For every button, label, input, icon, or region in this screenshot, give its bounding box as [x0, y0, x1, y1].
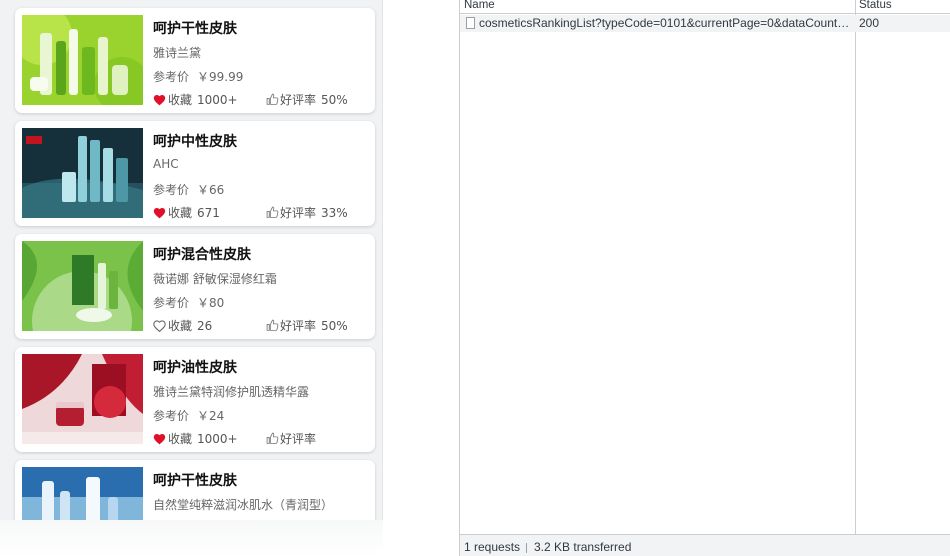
rating-info: 好评率 50% — [266, 317, 348, 334]
product-info: 呵护干性皮肤 自然堂纯粹滋润冰肌水（青润型） — [153, 460, 365, 520]
heart-filled-icon — [153, 207, 168, 219]
mobile-preview: 呵护干性皮肤 雅诗兰黛 参考价 ￥99.99 收藏 1000+ 好评率 50% 呵护中… — [0, 0, 383, 520]
price-value: ￥66 — [197, 183, 225, 197]
rating-label: 好评率 — [280, 206, 317, 220]
favorite-count: 671 — [197, 205, 220, 220]
column-header-status[interactable]: Status — [859, 0, 892, 11]
network-table-header: Name Status — [460, 0, 950, 14]
preview-bottom-area — [0, 520, 383, 556]
favorite-button[interactable]: 收藏 1000+ — [153, 91, 238, 108]
thumbs-up-icon — [266, 319, 280, 332]
product-brand: 雅诗兰黛 — [153, 46, 202, 60]
product-image[interactable] — [22, 15, 143, 105]
transfer-size: 3.2 KB transferred — [534, 540, 632, 554]
product-card[interactable]: 呵护干性皮肤 雅诗兰黛 参考价 ￥99.99 收藏 1000+ 好评率 50% — [15, 8, 375, 113]
network-summary-bar: 1 requests 3.2 KB transferred — [460, 534, 950, 556]
network-request-row[interactable]: cosmeticsRankingList?typeCode=0101&curre… — [460, 15, 950, 32]
favorite-label: 收藏 — [168, 432, 193, 446]
price-label: 参考价 — [153, 296, 190, 310]
price-label: 参考价 — [153, 183, 190, 197]
product-title: 呵护油性皮肤 — [153, 360, 237, 376]
rating-label: 好评率 — [280, 93, 317, 107]
favorite-count: 26 — [197, 318, 213, 333]
product-price: 参考价 ￥66 — [153, 181, 224, 198]
product-image[interactable] — [22, 128, 143, 218]
favorite-button[interactable]: 收藏 1000+ — [153, 430, 238, 447]
request-name[interactable]: cosmeticsRankingList?typeCode=0101&curre… — [479, 16, 853, 30]
product-card[interactable]: 呵护干性皮肤 自然堂纯粹滋润冰肌水（青润型） — [15, 460, 375, 520]
heart-filled-icon — [153, 433, 168, 445]
product-brand: 薇诺娜 舒敏保湿修红霜 — [153, 272, 277, 286]
request-count: 1 requests — [464, 540, 521, 554]
product-title: 呵护混合性皮肤 — [153, 247, 251, 263]
network-panel: Name Status cosmeticsRankingList?typeCod… — [459, 0, 950, 556]
favorite-label: 收藏 — [168, 319, 193, 333]
column-divider[interactable] — [855, 0, 856, 534]
product-title: 呵护中性皮肤 — [153, 134, 237, 150]
product-price: 参考价 ￥24 — [153, 407, 224, 424]
rating-value: 50% — [321, 92, 348, 107]
product-info: 呵护混合性皮肤 薇诺娜 舒敏保湿修红霜 参考价 ￥80 收藏 26 好评率 50% — [153, 234, 365, 339]
favorite-count: 1000+ — [197, 92, 238, 107]
product-brand: 雅诗兰黛特润修护肌透精华露 — [153, 385, 310, 399]
product-card[interactable]: 呵护油性皮肤 雅诗兰黛特润修护肌透精华露 参考价 ￥24 收藏 1000+ 好评率 — [15, 347, 375, 452]
document-file-icon — [466, 17, 475, 29]
price-label: 参考价 — [153, 409, 190, 423]
column-header-name[interactable]: Name — [464, 0, 495, 11]
price-value: ￥24 — [197, 409, 225, 423]
product-title: 呵护干性皮肤 — [153, 21, 237, 37]
heart-outline-icon — [153, 319, 168, 332]
product-brand: 自然堂纯粹滋润冰肌水（青润型） — [153, 498, 334, 512]
thumbs-up-icon — [266, 432, 280, 445]
product-card[interactable]: 呵护混合性皮肤 薇诺娜 舒敏保湿修红霜 参考价 ￥80 收藏 26 好评率 50% — [15, 234, 375, 339]
product-list: 呵护干性皮肤 雅诗兰黛 参考价 ￥99.99 收藏 1000+ 好评率 50% 呵护中… — [15, 8, 375, 520]
product-brand: AHC — [153, 157, 179, 171]
product-price: 参考价 ￥99.99 — [153, 68, 243, 85]
heart-filled-icon — [153, 94, 168, 106]
rating-value: 50% — [321, 318, 348, 333]
price-value: ￥80 — [197, 296, 225, 310]
thumbs-up-icon — [266, 206, 280, 219]
favorite-button[interactable]: 收藏 671 — [153, 204, 220, 221]
product-info: 呵护中性皮肤 AHC 参考价 ￥66 收藏 671 好评率 33% — [153, 121, 365, 226]
app-root: 呵护干性皮肤 雅诗兰黛 参考价 ￥99.99 收藏 1000+ 好评率 50% 呵护中… — [0, 0, 950, 556]
rating-label: 好评率 — [280, 319, 317, 333]
favorite-count: 1000+ — [197, 431, 238, 446]
request-status: 200 — [859, 16, 880, 30]
favorite-label: 收藏 — [168, 206, 193, 220]
rating-info: 好评率 50% — [266, 91, 348, 108]
rating-info: 好评率 33% — [266, 204, 348, 221]
product-price: 参考价 ￥80 — [153, 294, 224, 311]
product-image[interactable] — [22, 241, 143, 331]
rating-info: 好评率 — [266, 430, 321, 447]
summary-divider — [526, 543, 527, 553]
product-title: 呵护干性皮肤 — [153, 473, 237, 489]
thumbs-up-icon — [266, 93, 280, 106]
favorite-button[interactable]: 收藏 26 — [153, 317, 212, 334]
product-card[interactable]: 呵护中性皮肤 AHC 参考价 ￥66 收藏 671 好评率 33% — [15, 121, 375, 226]
product-info: 呵护油性皮肤 雅诗兰黛特润修护肌透精华露 参考价 ￥24 收藏 1000+ 好评率 — [153, 347, 365, 452]
product-info: 呵护干性皮肤 雅诗兰黛 参考价 ￥99.99 收藏 1000+ 好评率 50% — [153, 8, 365, 113]
rating-value: 33% — [321, 205, 348, 220]
product-image[interactable] — [22, 354, 143, 444]
price-label: 参考价 — [153, 70, 190, 84]
rating-label: 好评率 — [280, 432, 317, 446]
price-value: ￥99.99 — [197, 70, 244, 84]
product-image[interactable] — [22, 467, 143, 520]
favorite-label: 收藏 — [168, 93, 193, 107]
